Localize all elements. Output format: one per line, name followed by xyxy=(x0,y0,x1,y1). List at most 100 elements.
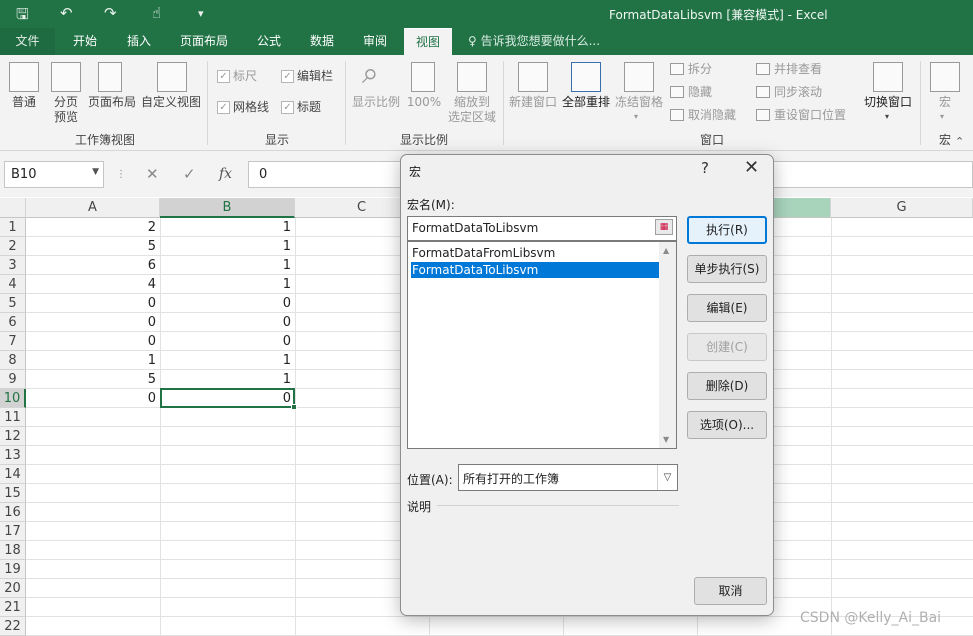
cell-a4[interactable]: 4 xyxy=(26,275,160,294)
row-header[interactable]: 16 xyxy=(0,503,26,522)
macro-name-input[interactable]: FormatDataToLibsvm xyxy=(407,216,677,241)
row-header[interactable]: 18 xyxy=(0,541,26,560)
cell-b9[interactable]: 1 xyxy=(160,370,295,389)
cell-a10[interactable]: 0 xyxy=(26,389,160,408)
cell-a1[interactable]: 2 xyxy=(26,218,160,237)
row-header[interactable]: 20 xyxy=(0,579,26,598)
freeze-panes-button[interactable]: 冻结窗格 xyxy=(613,95,665,109)
row-header[interactable]: 17 xyxy=(0,522,26,541)
cell-b4[interactable]: 1 xyxy=(160,275,295,294)
chevron-down-icon[interactable]: ▽ xyxy=(657,465,677,490)
help-icon[interactable]: ? xyxy=(701,159,709,177)
list-scrollbar[interactable]: ▲ ▼ xyxy=(659,242,676,448)
tab-view[interactable]: 视图 xyxy=(404,28,452,55)
cell-b1[interactable]: 1 xyxy=(160,218,295,237)
cell-b6[interactable]: 0 xyxy=(160,313,295,332)
collapse-ribbon-icon[interactable]: ⌃ xyxy=(955,135,964,149)
row-header[interactable]: 14 xyxy=(0,465,26,484)
chevron-down-icon[interactable]: ▼ xyxy=(92,167,99,177)
page-break-preview-label-2[interactable]: 预览 xyxy=(46,110,86,124)
cell-b3[interactable]: 1 xyxy=(160,256,295,275)
zoom-button[interactable]: 显示比例 xyxy=(350,95,402,109)
normal-view-button[interactable]: 普通 xyxy=(6,95,42,109)
enter-icon[interactable]: ✓ xyxy=(183,161,196,188)
step-into-button[interactable]: 单步执行(S) xyxy=(687,255,767,283)
row-header[interactable]: 5 xyxy=(0,294,26,313)
row-header[interactable]: 4 xyxy=(0,275,26,294)
row-header[interactable]: 22 xyxy=(0,617,26,636)
tab-home[interactable]: 开始 xyxy=(58,28,112,55)
unhide-button[interactable]: 取消隐藏 xyxy=(688,108,736,122)
row-header[interactable]: 10 xyxy=(0,389,26,408)
cell-a9[interactable]: 5 xyxy=(26,370,160,389)
custom-views-button[interactable]: 自定义视图 xyxy=(140,95,202,109)
row-header[interactable]: 11 xyxy=(0,408,26,427)
tell-me-box[interactable]: ♀ 告诉我您想要做什么... xyxy=(468,28,600,55)
active-cell-b10[interactable] xyxy=(160,388,297,410)
row-header[interactable]: 19 xyxy=(0,560,26,579)
column-header-g[interactable]: G xyxy=(831,198,973,218)
headings-checkbox[interactable]: ✓ xyxy=(281,101,294,114)
run-button[interactable]: 执行(R) xyxy=(687,216,767,244)
zoom-selection-label-1[interactable]: 缩放到 xyxy=(446,95,498,109)
redo-icon[interactable]: ↷ xyxy=(104,4,117,22)
row-header[interactable]: 15 xyxy=(0,484,26,503)
tab-file[interactable]: 文件 xyxy=(0,28,55,55)
row-header[interactable]: 7 xyxy=(0,332,26,351)
cancel-icon[interactable]: ✕ xyxy=(146,161,159,188)
select-all-corner[interactable] xyxy=(0,198,26,218)
insert-function-icon[interactable]: fx xyxy=(219,161,232,188)
scroll-down-icon[interactable]: ▼ xyxy=(663,435,669,444)
row-header[interactable]: 1 xyxy=(0,218,26,237)
split-button[interactable]: 拆分 xyxy=(688,62,712,76)
ruler-checkbox[interactable]: ✓ xyxy=(217,70,230,83)
location-select[interactable]: 所有打开的工作簿 ▽ xyxy=(458,464,678,491)
tab-insert[interactable]: 插入 xyxy=(114,28,164,55)
cell-a2[interactable]: 5 xyxy=(26,237,160,256)
row-header[interactable]: 6 xyxy=(0,313,26,332)
list-item-selected[interactable]: FormatDataToLibsvm xyxy=(411,262,661,278)
scroll-up-icon[interactable]: ▲ xyxy=(663,246,669,255)
page-break-preview-label-1[interactable]: 分页 xyxy=(46,95,86,109)
collapse-dialog-icon[interactable]: ▦ xyxy=(655,219,673,235)
cell-b2[interactable]: 1 xyxy=(160,237,295,256)
row-header[interactable]: 13 xyxy=(0,446,26,465)
close-icon[interactable]: ✕ xyxy=(744,157,759,178)
tab-page-layout[interactable]: 页面布局 xyxy=(168,28,240,55)
row-header[interactable]: 2 xyxy=(0,237,26,256)
edit-button[interactable]: 编辑(E) xyxy=(687,294,767,322)
row-header[interactable]: 9 xyxy=(0,370,26,389)
reset-position-button[interactable]: 重设窗口位置 xyxy=(774,108,846,122)
undo-icon[interactable]: ↶ xyxy=(60,4,73,22)
tab-data[interactable]: 数据 xyxy=(298,28,346,55)
tab-formulas[interactable]: 公式 xyxy=(246,28,292,55)
sync-scroll-button[interactable]: 同步滚动 xyxy=(774,85,822,99)
side-by-side-button[interactable]: 并排查看 xyxy=(774,62,822,76)
cell-b7[interactable]: 0 xyxy=(160,332,295,351)
cell-a7[interactable]: 0 xyxy=(26,332,160,351)
cell-b5[interactable]: 0 xyxy=(160,294,295,313)
zoom-selection-label-2[interactable]: 选定区域 xyxy=(446,110,498,124)
fill-handle[interactable] xyxy=(291,404,297,410)
customize-toolbar-icon[interactable]: ▾ xyxy=(198,7,204,20)
arrange-all-button[interactable]: 全部重排 xyxy=(560,95,612,109)
options-button[interactable]: 选项(O)... xyxy=(687,411,767,439)
touch-mode-icon[interactable]: ☝ xyxy=(152,4,161,22)
cell-a6[interactable]: 0 xyxy=(26,313,160,332)
name-box[interactable]: B10 ▼ xyxy=(4,161,104,188)
cell-a5[interactable]: 0 xyxy=(26,294,160,313)
page-layout-button[interactable]: 页面布局 xyxy=(86,95,138,109)
gridlines-checkbox[interactable]: ✓ xyxy=(217,101,230,114)
formula-bar-checkbox[interactable]: ✓ xyxy=(281,70,294,83)
cancel-button[interactable]: 取消 xyxy=(694,577,767,605)
row-header[interactable]: 8 xyxy=(0,351,26,370)
save-icon[interactable]: 🖫 xyxy=(16,4,29,29)
switch-windows-button[interactable]: 切换窗口 xyxy=(860,95,916,109)
cell-b8[interactable]: 1 xyxy=(160,351,295,370)
delete-button[interactable]: 删除(D) xyxy=(687,372,767,400)
zoom-100-button[interactable]: 100% xyxy=(406,95,442,109)
row-header[interactable]: 21 xyxy=(0,598,26,617)
macro-list[interactable]: FormatDataFromLibsvm FormatDataToLibsvm … xyxy=(407,241,677,449)
hide-button[interactable]: 隐藏 xyxy=(688,85,712,99)
macros-button[interactable]: 宏 xyxy=(930,95,960,109)
